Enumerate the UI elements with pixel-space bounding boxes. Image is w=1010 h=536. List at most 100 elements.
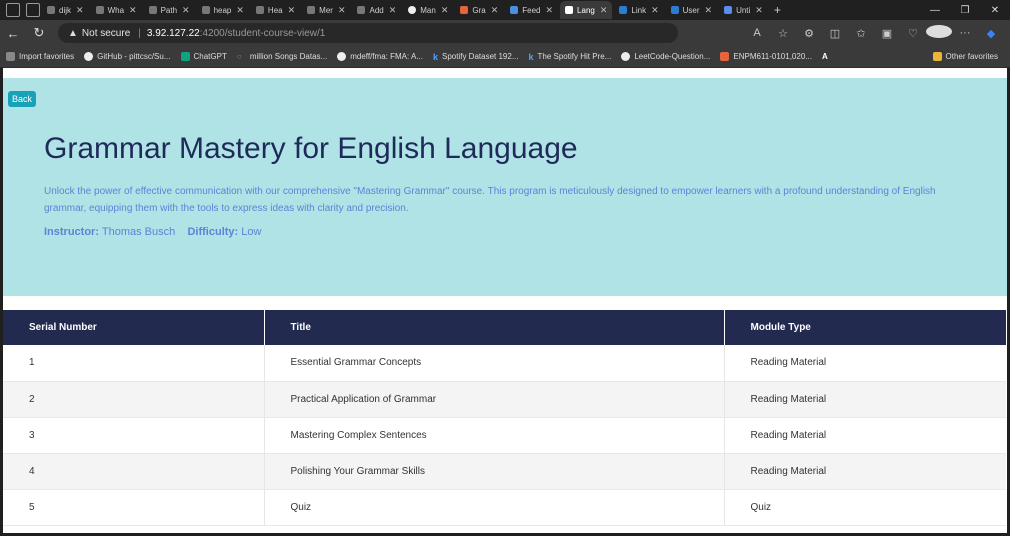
course-meta: Instructor: Thomas Busch Difficulty: Low: [44, 226, 261, 238]
canvas-icon: [720, 52, 730, 61]
separator: |: [138, 27, 141, 39]
more-menu-icon[interactable]: ···: [952, 27, 978, 39]
bookmark-item[interactable]: ENPM611-0101,020...: [716, 52, 816, 61]
table-row[interactable]: 3 Mastering Complex Sentences Reading Ma…: [3, 417, 1006, 454]
close-icon[interactable]: ✕: [705, 5, 713, 16]
search-icon: ○: [236, 52, 242, 61]
table-row[interactable]: 5 Quiz Quiz: [3, 489, 1006, 526]
browser-tab[interactable]: Wha ✕: [91, 1, 142, 19]
split-screen-icon[interactable]: ◫: [822, 27, 848, 40]
address-bar[interactable]: ▲ Not secure | 3.92.127.22:4200/student-…: [58, 23, 678, 43]
heart-icon[interactable]: ♡: [900, 27, 926, 40]
browser-tab[interactable]: Mer ✕: [302, 1, 350, 19]
tab-label: Hea: [267, 5, 283, 15]
generic-tab-icon: [148, 6, 157, 14]
generic-tab-icon: [47, 6, 55, 14]
minimize-icon[interactable]: —: [920, 5, 950, 16]
tab-label: Lang: [577, 5, 595, 15]
bookmark-label: The Spotify Hit Pre...: [537, 52, 612, 61]
folder-icon: [932, 52, 942, 61]
close-icon[interactable]: ✕: [546, 5, 554, 16]
close-icon[interactable]: ✕: [288, 5, 296, 16]
refresh-icon[interactable]: ↻: [26, 25, 52, 41]
browser-tab[interactable]: Link ✕: [614, 1, 663, 19]
browser-tab[interactable]: Man ✕: [403, 1, 453, 19]
bookmark-label: Spotify Dataset 192...: [442, 52, 519, 61]
bookmark-item[interactable]: A: [818, 52, 836, 61]
avatar: [926, 25, 952, 38]
browser-tab[interactable]: Path ✕: [144, 1, 195, 19]
profile-icon[interactable]: [926, 25, 952, 41]
read-aloud-icon[interactable]: A: [744, 27, 770, 39]
tab-label: heap: [213, 5, 232, 15]
browser-tab[interactable]: Unti ✕: [719, 1, 768, 19]
module-type-cell: Reading Material: [724, 381, 1006, 418]
extensions-icon[interactable]: ⚙: [796, 27, 822, 40]
github-icon: [621, 52, 631, 61]
tab-label: Gra: [472, 5, 486, 15]
bookmark-label: Import favorites: [19, 52, 75, 61]
github-icon: [84, 52, 94, 61]
angular-icon: A: [821, 52, 828, 61]
tab-actions-icon[interactable]: [26, 3, 40, 17]
title-cell: Practical Application of Grammar: [264, 381, 725, 418]
browser-tab[interactable]: User ✕: [666, 1, 717, 19]
bookmark-item[interactable]: mdeff/fma: FMA: A...: [333, 52, 427, 61]
bookmark-item[interactable]: ChatGPT: [177, 52, 231, 61]
generic-tab-icon: [460, 6, 469, 14]
chatgpt-icon: [180, 52, 190, 61]
bookmarks-bar: Import favorites GitHub - pittcsc/Su... …: [0, 46, 1010, 68]
new-tab-icon[interactable]: +: [774, 3, 781, 17]
other-favorites[interactable]: Other favorites: [929, 52, 1002, 61]
bookmark-item[interactable]: GitHub - pittcsc/Su...: [80, 52, 174, 61]
bookmark-import[interactable]: Import favorites: [2, 52, 78, 61]
bookmark-item[interactable]: ○ million Songs Datas...: [233, 52, 331, 61]
browser-tab[interactable]: heap ✕: [197, 1, 249, 19]
bookmark-item[interactable]: k Spotify Dataset 192...: [429, 52, 523, 62]
close-window-icon[interactable]: ✕: [980, 5, 1010, 16]
browser-tab[interactable]: Hea ✕: [251, 1, 300, 19]
not-secure-label: Not secure: [81, 27, 131, 39]
close-icon[interactable]: ✕: [600, 5, 608, 16]
url-path: :4200/student-course-view/1: [199, 27, 326, 39]
browser-tab[interactable]: Add ✕: [352, 1, 401, 19]
serial-cell: 5: [3, 489, 265, 526]
restore-icon[interactable]: ❐: [950, 5, 980, 16]
table-row[interactable]: 2 Practical Application of Grammar Readi…: [3, 381, 1006, 418]
favorite-star-icon[interactable]: ☆: [770, 27, 796, 40]
back-arrow-icon[interactable]: ←: [0, 26, 26, 41]
collections-icon[interactable]: ▣: [874, 27, 900, 40]
bookmark-label: GitHub - pittcsc/Su...: [97, 52, 171, 61]
workspaces-icon[interactable]: [6, 3, 20, 17]
close-icon[interactable]: ✕: [236, 5, 244, 16]
close-icon[interactable]: ✕: [651, 5, 659, 16]
table-row[interactable]: 4 Polishing Your Grammar Skills Reading …: [3, 453, 1006, 490]
bookmark-label: LeetCode-Question...: [634, 52, 711, 61]
bookmark-label: Other favorites: [945, 52, 998, 61]
bookmark-label: ChatGPT: [193, 52, 227, 61]
bookmark-item[interactable]: k The Spotify Hit Pre...: [525, 52, 616, 62]
module-type-cell: Quiz: [724, 489, 1006, 526]
close-icon[interactable]: ✕: [389, 5, 397, 16]
close-icon[interactable]: ✕: [76, 5, 84, 16]
browser-tab[interactable]: Gra ✕: [455, 1, 503, 19]
copilot-icon[interactable]: ◆: [978, 27, 1004, 40]
close-icon[interactable]: ✕: [338, 5, 346, 16]
close-icon[interactable]: ✕: [441, 5, 449, 16]
browser-tab[interactable]: Feed ✕: [505, 1, 558, 19]
browser-tab[interactable]: dijk ✕: [42, 1, 89, 19]
browser-tab-active[interactable]: Lang ✕: [560, 1, 613, 19]
angular-icon: [565, 6, 574, 14]
github-icon: [337, 52, 347, 61]
close-icon[interactable]: ✕: [129, 5, 137, 16]
bookmark-item[interactable]: LeetCode-Question...: [617, 52, 714, 61]
serial-cell: 4: [3, 453, 265, 490]
close-icon[interactable]: ✕: [182, 5, 190, 16]
close-icon[interactable]: ✕: [491, 5, 499, 16]
close-icon[interactable]: ✕: [755, 5, 763, 16]
table-row[interactable]: 1 Essential Grammar Concepts Reading Mat…: [3, 345, 1006, 382]
module-type-cell: Reading Material: [724, 345, 1006, 382]
browser-toolbar: ← ↻ ▲ Not secure | 3.92.127.22:4200/stud…: [0, 20, 1010, 46]
favorites-icon[interactable]: ✩: [848, 27, 874, 40]
back-button[interactable]: Back: [8, 91, 37, 107]
